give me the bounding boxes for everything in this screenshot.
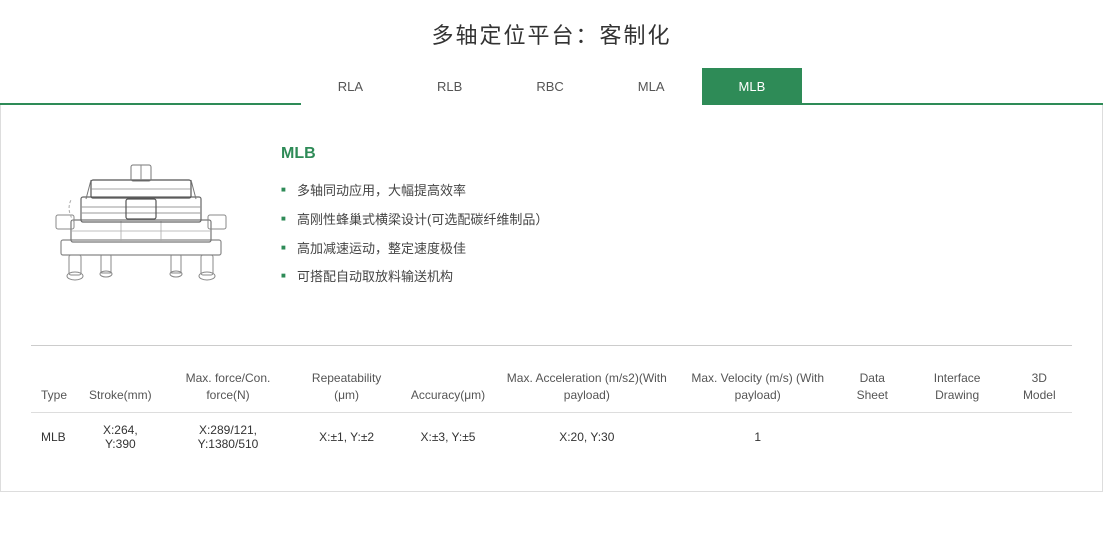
cell-type: MLB [31, 412, 77, 461]
content-panel: MLB 多轴同动应用，大幅提高效率 高刚性蜂巢式横梁设计(可选配碳纤维制品） 高… [0, 105, 1103, 492]
product-section: MLB 多轴同动应用，大幅提高效率 高刚性蜂巢式横梁设计(可选配碳纤维制品） 高… [31, 125, 1072, 335]
cell-3dmodel [1007, 412, 1072, 461]
cell-accuracy: X:±3, Y:±5 [401, 412, 495, 461]
product-info: MLB 多轴同动应用，大幅提高效率 高刚性蜂巢式横梁设计(可选配碳纤维制品） 高… [281, 145, 1072, 292]
col-acceleration: Max. Acceleration (m/s2)(With payload) [495, 362, 678, 412]
tab-mla[interactable]: MLA [601, 68, 702, 105]
table-header-row: Type Stroke(mm) Max. force/Con. force(N)… [31, 362, 1072, 412]
col-stroke: Stroke(mm) [77, 362, 164, 412]
product-svg [41, 145, 241, 305]
tab-rla[interactable]: RLA [301, 68, 400, 105]
cell-datasheet [837, 412, 908, 461]
feature-item-1: 多轴同动应用，大幅提高效率 [281, 177, 1072, 206]
cell-velocity: 1 [679, 412, 837, 461]
cell-stroke: X:264, Y:390 [77, 412, 164, 461]
col-type: Type [31, 362, 77, 412]
table-row: MLB X:264, Y:390 X:289/121, Y:1380/510 X… [31, 412, 1072, 461]
page-title: 多轴定位平台：客制化 [0, 0, 1103, 66]
section-divider [31, 345, 1072, 346]
col-repeatability: Repeatability (μm) [292, 362, 401, 412]
tab-mlb[interactable]: MLB [702, 68, 803, 105]
product-image [31, 145, 251, 305]
tab-rlb[interactable]: RLB [400, 68, 499, 105]
col-accuracy: Accuracy(μm) [401, 362, 495, 412]
col-interface: Interface Drawing [908, 362, 1007, 412]
feature-item-2: 高刚性蜂巢式横梁设计(可选配碳纤维制品） [281, 206, 1072, 235]
col-velocity: Max. Velocity (m/s) (With payload) [679, 362, 837, 412]
tab-rbc[interactable]: RBC [499, 68, 600, 105]
col-force: Max. force/Con. force(N) [164, 362, 293, 412]
feature-item-3: 高加减速运动，整定速度极佳 [281, 235, 1072, 264]
cell-force: X:289/121, Y:1380/510 [164, 412, 293, 461]
feature-list: 多轴同动应用，大幅提高效率 高刚性蜂巢式横梁设计(可选配碳纤维制品） 高加减速运… [281, 177, 1072, 292]
product-name: MLB [281, 145, 1072, 163]
cell-repeatability: X:±1, Y:±2 [292, 412, 401, 461]
tabs-bar: RLA RLB RBC MLA MLB [0, 66, 1103, 105]
col-3dmodel: 3D Model [1007, 362, 1072, 412]
col-datasheet: Data Sheet [837, 362, 908, 412]
spec-table: Type Stroke(mm) Max. force/Con. force(N)… [31, 362, 1072, 461]
cell-interface [908, 412, 1007, 461]
cell-acceleration: X:20, Y:30 [495, 412, 678, 461]
feature-item-4: 可搭配自动取放料输送机构 [281, 263, 1072, 292]
